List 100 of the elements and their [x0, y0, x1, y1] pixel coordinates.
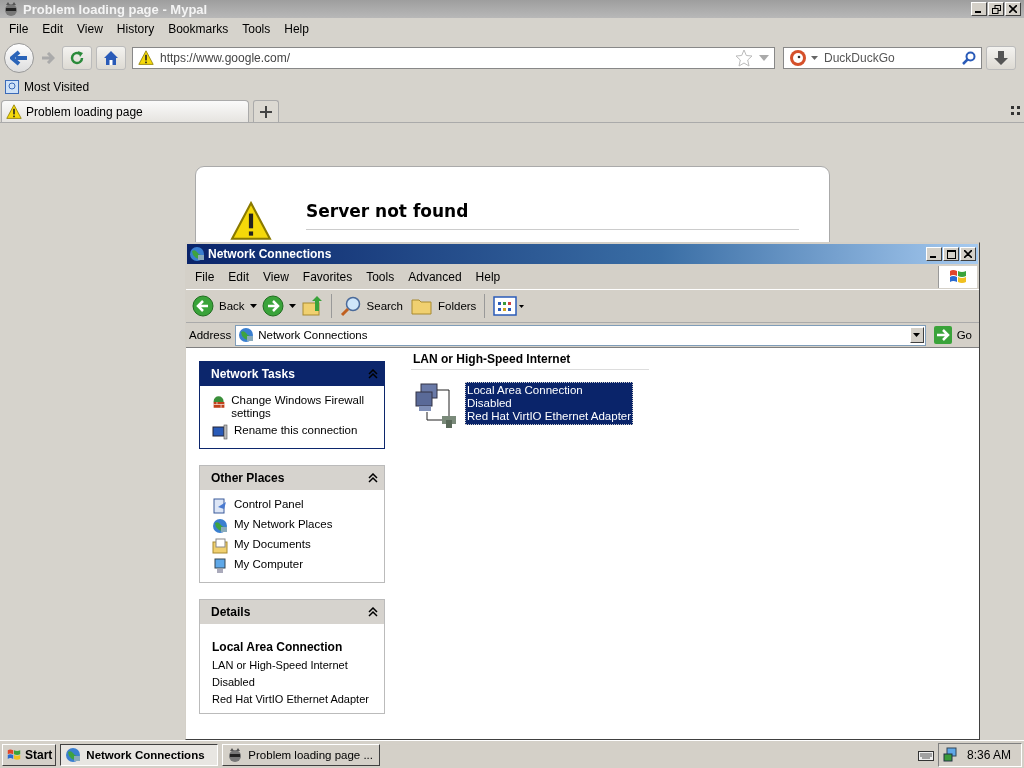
dropdown-button[interactable]	[909, 327, 924, 343]
bookmark-folder-icon	[5, 80, 19, 94]
windows-flag-icon	[6, 747, 22, 762]
menu-item[interactable]: Edit	[221, 268, 257, 286]
forward-arrow-icon	[41, 52, 55, 64]
caret-icon	[913, 333, 921, 337]
detail-text: Disabled	[212, 676, 256, 688]
chevron-icon	[368, 607, 378, 617]
warning-icon	[6, 103, 22, 120]
download-arrow-icon	[993, 50, 1009, 66]
search-button[interactable]: Search	[336, 293, 406, 319]
chevron-icon	[368, 473, 378, 483]
close-button[interactable]	[1005, 2, 1021, 16]
globe-icon	[238, 327, 255, 343]
start-button[interactable]: Start	[2, 743, 57, 766]
section-title: Details	[211, 605, 251, 619]
network-places-icon	[212, 518, 228, 534]
address-label: Address	[189, 329, 232, 341]
menu-item[interactable]: Tools	[235, 20, 278, 38]
warning-icon	[230, 201, 272, 243]
network-computers-icon[interactable]	[415, 382, 457, 428]
detail-text: LAN or High-Speed Internet	[212, 659, 349, 671]
keyboard-icon[interactable]	[917, 748, 934, 761]
task-link[interactable]: My Network Places	[234, 518, 333, 531]
restore-button[interactable]	[988, 2, 1004, 16]
section-title: Other Places	[211, 471, 285, 485]
bookmark-star-icon[interactable]	[735, 49, 753, 67]
search-icon	[339, 295, 362, 317]
documents-folder-icon	[212, 538, 228, 554]
go-arrow-icon	[933, 326, 952, 344]
grip-icon	[1011, 106, 1020, 115]
views-icon	[493, 295, 526, 317]
address-field[interactable]: Network Connections	[235, 324, 926, 346]
reload-icon	[69, 50, 85, 66]
dropdown-caret-icon[interactable]	[811, 56, 818, 60]
bookmark-item[interactable]: Most Visited	[5, 80, 90, 94]
back-arrow-icon	[10, 50, 28, 66]
menu-item[interactable]: Help	[468, 268, 508, 286]
search-icon[interactable]	[962, 51, 976, 65]
network-connections-icon	[189, 246, 205, 262]
menu-item[interactable]: Advanced	[401, 268, 469, 286]
task-link[interactable]: My Documents	[234, 538, 311, 551]
folder-up-icon	[300, 295, 323, 317]
menu-item[interactable]: View	[256, 268, 296, 286]
menu-item[interactable]: Tools	[359, 268, 402, 286]
new-tab-button[interactable]	[253, 100, 279, 122]
browser-tab[interactable]: Problem loading page	[1, 100, 249, 122]
section-title: Network Tasks	[211, 367, 295, 381]
close-button[interactable]	[960, 247, 976, 261]
folders-button[interactable]: Folders	[408, 293, 480, 319]
home-icon	[103, 50, 119, 66]
home-button[interactable]	[96, 46, 126, 70]
collapse-button[interactable]	[368, 473, 378, 483]
menu-item[interactable]: View	[70, 20, 110, 38]
restore-icon	[991, 4, 1001, 14]
connection-label[interactable]: Local Area Connection Disabled Red Hat VirtIO Ethernet Adapter	[465, 382, 634, 425]
task-link[interactable]: Rename this connection	[234, 424, 358, 437]
warning-icon	[138, 50, 154, 66]
error-heading: Server not found	[306, 201, 799, 230]
task-link[interactable]: My Computer	[234, 558, 304, 571]
computer-icon	[212, 558, 228, 574]
task-link[interactable]: Control Panel	[234, 498, 304, 511]
maximize-button[interactable]	[943, 247, 959, 261]
reload-button[interactable]	[62, 46, 92, 70]
minimize-button[interactable]	[926, 247, 942, 261]
menu-item[interactable]: Edit	[35, 20, 71, 38]
close-icon	[964, 250, 972, 258]
menu-item[interactable]: File	[188, 268, 222, 286]
close-icon	[1009, 5, 1017, 13]
windows-flag-icon	[948, 268, 968, 286]
collapse-button[interactable]	[368, 607, 378, 617]
clock: 8:36 AM	[966, 747, 1011, 762]
globe-icon	[65, 746, 82, 763]
monitor-icon	[212, 424, 228, 440]
menu-item[interactable]: Favorites	[295, 268, 360, 286]
menu-item[interactable]: Bookmarks	[161, 20, 236, 38]
dropdown-caret-icon[interactable]	[249, 304, 257, 308]
group-heading: LAN or High-Speed Internet	[411, 352, 649, 370]
minimize-button[interactable]	[971, 2, 987, 16]
download-button[interactable]	[986, 46, 1016, 70]
dropdown-caret-icon[interactable]	[288, 304, 296, 308]
detail-text: Red Hat VirtIO Ethernet Adapter	[212, 693, 370, 705]
url-field[interactable]: https://www.google.com/	[132, 47, 775, 69]
menu-item[interactable]: File	[2, 20, 36, 38]
back-button[interactable]: Back	[189, 293, 248, 319]
window-title: Problem loading page - Mypal	[23, 1, 208, 17]
detail-name: Local Area Connection	[212, 640, 344, 654]
menu-item[interactable]: Help	[277, 20, 316, 38]
control-panel-icon	[212, 498, 228, 514]
maximize-icon	[946, 249, 956, 259]
search-field[interactable]: DuckDuckGo	[783, 47, 982, 69]
menu-item[interactable]: History	[109, 20, 162, 38]
firewall-icon	[212, 394, 226, 410]
plus-icon	[260, 105, 272, 118]
go-button[interactable]: Go	[929, 326, 976, 344]
task-link[interactable]: Change Windows Firewall settings	[231, 394, 376, 420]
taskbar-button[interactable]: Problem loading page ...	[222, 743, 381, 766]
network-tray-icon[interactable]	[942, 746, 959, 763]
taskbar-button[interactable]: Network Connections	[60, 743, 219, 766]
back-button[interactable]	[4, 43, 34, 73]
